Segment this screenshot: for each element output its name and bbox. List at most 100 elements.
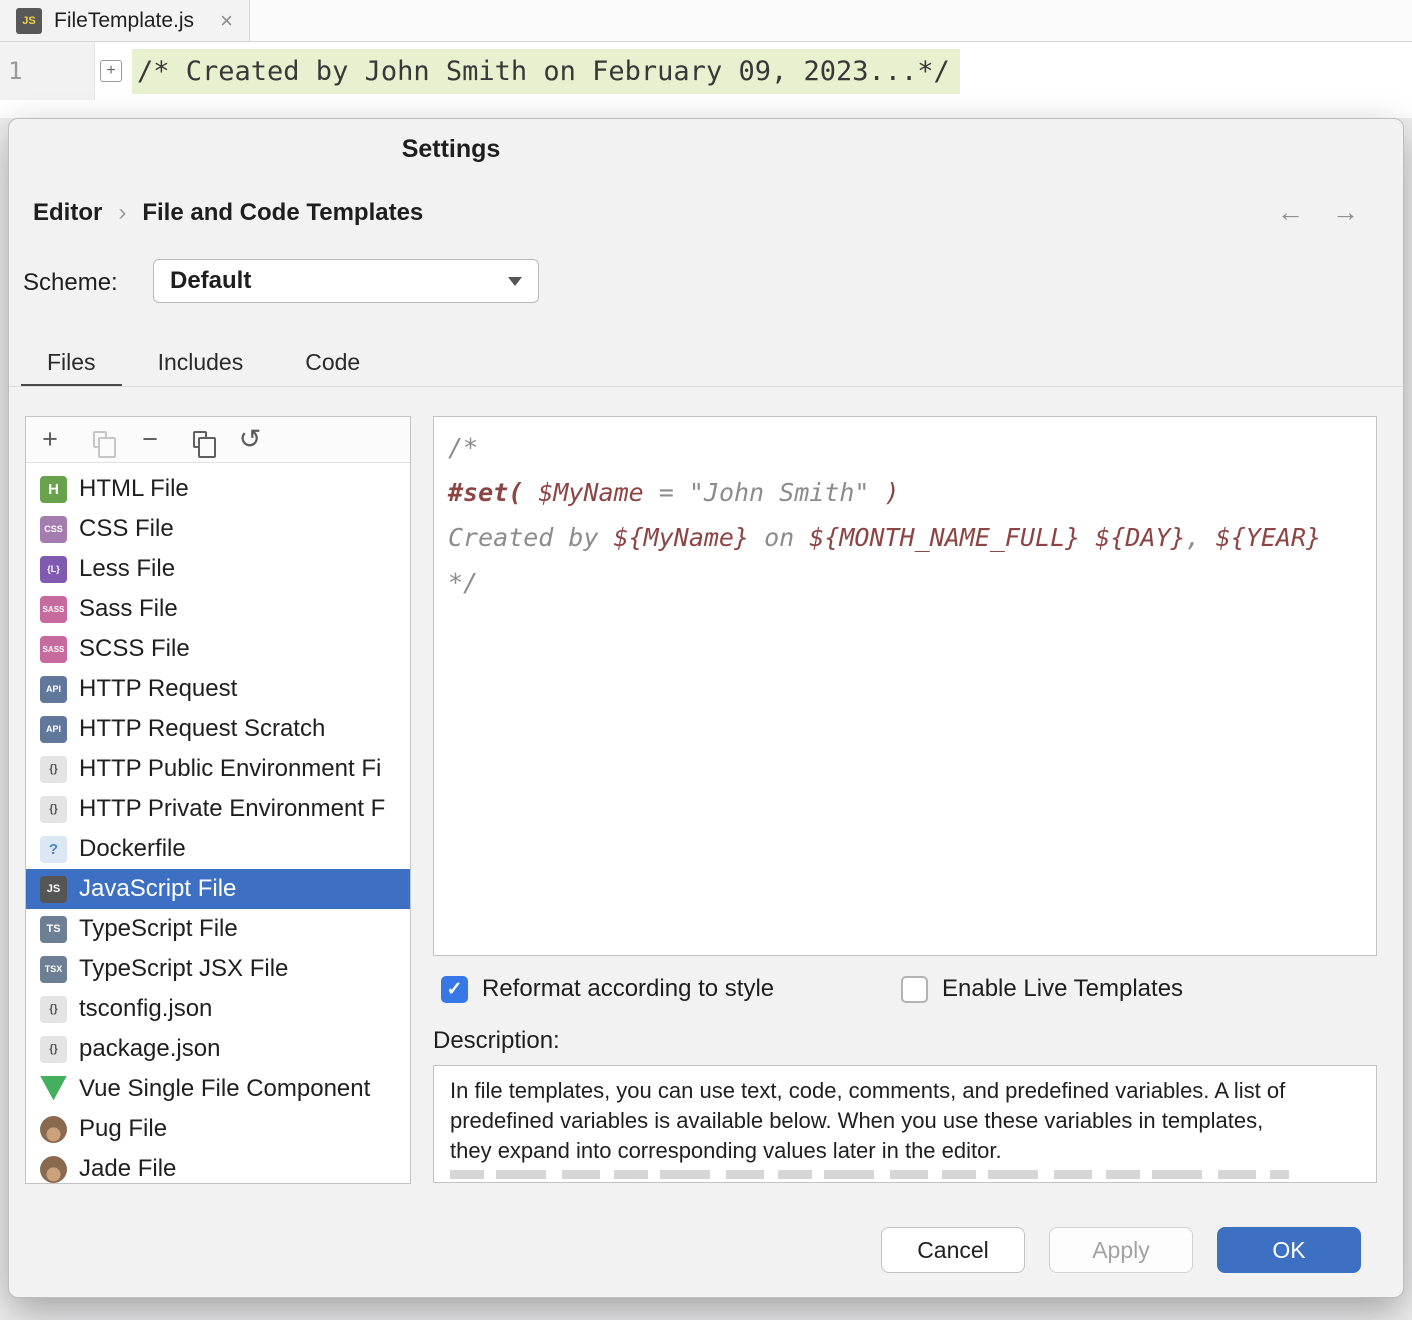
settings-tabs: FilesIncludesCode <box>21 337 386 387</box>
template-item-sass-file[interactable]: SASSSass File <box>26 589 410 629</box>
template-item-label: HTML File <box>79 475 189 503</box>
sass-file-icon: SASS <box>40 596 67 623</box>
breadcrumb: Editor › File and Code Templates <box>33 199 423 227</box>
code-line[interactable]: /* Created by John Smith on February 09,… <box>132 49 960 94</box>
template-code-line: */ <box>448 560 1362 605</box>
reformat-checkbox-label: Reformat according to style <box>482 975 774 1003</box>
typescript-file-icon: TS <box>40 916 67 943</box>
template-item-html-file[interactable]: H HTML File <box>26 469 410 509</box>
editor-tab-title: FileTemplate.js <box>54 9 194 33</box>
dockerfile-icon: ? <box>40 836 67 863</box>
template-item-label: package.json <box>79 1035 220 1063</box>
jade-file-icon <box>40 1156 67 1183</box>
scss-file-icon: SASS <box>40 636 67 663</box>
cancel-button[interactable]: Cancel <box>881 1227 1025 1273</box>
template-item-label: CSS File <box>79 515 174 543</box>
template-item-label: Dockerfile <box>79 835 186 863</box>
scheme-dropdown[interactable]: Default <box>153 259 539 303</box>
history-nav: ← → <box>1277 197 1359 228</box>
remove-template-button[interactable]: − <box>132 422 168 458</box>
template-item-label: Vue Single File Component <box>79 1075 370 1103</box>
chevron-down-icon <box>508 277 522 286</box>
editor-gutter: 1 <box>0 42 95 100</box>
templates-panel: +−↺ HHTML FileCSSCSS File{L}Less FileSAS… <box>25 416 411 1184</box>
template-item-label: TypeScript JSX File <box>79 955 288 983</box>
template-item-package-json[interactable]: {} package.json <box>26 1029 410 1069</box>
add-template-button[interactable]: + <box>32 422 68 458</box>
env-json-icon: {} <box>40 756 67 783</box>
tab-includes[interactable]: Includes <box>132 337 270 387</box>
breadcrumb-current: File and Code Templates <box>142 199 423 227</box>
forward-arrow-icon[interactable]: → <box>1332 197 1359 228</box>
scheme-label: Scheme: <box>23 269 118 297</box>
scheme-value: Default <box>170 267 251 295</box>
editor-tab-bar: JS FileTemplate.js × <box>0 0 1412 42</box>
template-item-typescript-jsx-file[interactable]: TSX TypeScript JSX File <box>26 949 410 989</box>
template-toolbar: + − ↺ <box>26 417 410 463</box>
template-item-http-public-environment-fi[interactable]: {} HTTP Public Environment Fi <box>26 749 410 789</box>
editor-line-row: 1 + /* Created by John Smith on February… <box>0 42 1412 100</box>
env-json-icon: {} <box>40 796 67 823</box>
code-editor-background: JS FileTemplate.js × 1 + /* Created by J… <box>0 0 1412 118</box>
typescript-jsx-file-icon: TSX <box>40 956 67 983</box>
template-item-label: SCSS File <box>79 635 190 663</box>
breadcrumb-editor[interactable]: Editor <box>33 199 102 227</box>
apply-button[interactable]: Apply <box>1049 1227 1193 1273</box>
package-json-icon: {} <box>40 1036 67 1063</box>
fold-icon[interactable]: + <box>100 60 122 82</box>
description-label: Description: <box>433 1027 560 1055</box>
tab-code[interactable]: Code <box>279 337 386 387</box>
clipped-text-line <box>450 1170 1289 1179</box>
template-item-dockerfile[interactable]: ? Dockerfile <box>26 829 410 869</box>
template-item-tsconfig-json[interactable]: {} tsconfig.json <box>26 989 410 1029</box>
template-item-css-file[interactable]: CSSCSS File <box>26 509 410 549</box>
template-item-http-private-environment-f[interactable]: {} HTTP Private Environment F <box>26 789 410 829</box>
line-number: 1 <box>0 57 22 85</box>
http-request-icon: API <box>40 676 67 703</box>
back-arrow-icon[interactable]: ← <box>1277 197 1304 228</box>
template-code-line: #set( $MyName = "John Smith" ) <box>448 470 1362 515</box>
less-file-icon: {L} <box>40 556 67 583</box>
dialog-buttons: Cancel Apply OK <box>881 1227 1361 1273</box>
pug-file-icon <box>40 1116 67 1143</box>
template-item-pug-file[interactable]: Pug File <box>26 1109 410 1149</box>
template-code-line: Created by ${MyName} on ${MONTH_NAME_FUL… <box>448 515 1362 560</box>
reset-template-button[interactable]: ↺ <box>232 422 268 458</box>
copy-template-button[interactable] <box>182 422 218 458</box>
chevron-right-icon: › <box>118 199 126 227</box>
file-template-list: H HTML File CSSCSS File{L}Less FileSASSSas… <box>26 463 410 1184</box>
template-item-typescript-file[interactable]: TS TypeScript File <box>26 909 410 949</box>
ok-button[interactable]: OK <box>1217 1227 1361 1273</box>
template-item-http-request[interactable]: API HTTP Request <box>26 669 410 709</box>
live-templates-checkbox[interactable]: Enable Live Templates <box>901 975 1183 1003</box>
template-item-jade-file[interactable]: Jade File <box>26 1149 410 1184</box>
checkbox-checked-icon: ✓ <box>441 976 468 1003</box>
description-box: In file templates, you can use text, cod… <box>433 1065 1377 1183</box>
dialog-title: Settings <box>402 135 501 164</box>
template-item-label: HTTP Request <box>79 675 237 703</box>
tab-files[interactable]: Files <box>21 337 122 387</box>
tabs-separator <box>9 386 1403 387</box>
create-child-template-button[interactable] <box>82 422 118 458</box>
template-item-label: HTTP Request Scratch <box>79 715 325 743</box>
html-file-icon: H <box>40 476 67 503</box>
template-item-label: Pug File <box>79 1115 167 1143</box>
template-item-less-file[interactable]: {L}Less File <box>26 549 410 589</box>
template-item-label: HTTP Private Environment F <box>79 795 385 823</box>
template-item-label: HTTP Public Environment Fi <box>79 755 381 783</box>
template-item-label: tsconfig.json <box>79 995 212 1023</box>
copy-icon <box>93 431 107 448</box>
template-item-label: TypeScript File <box>79 915 238 943</box>
template-editor[interactable]: /*#set( $MyName = "John Smith" )Created … <box>433 416 1377 956</box>
template-item-javascript-file[interactable]: JSJavaScript File <box>26 869 410 909</box>
template-item-scss-file[interactable]: SASS SCSS File <box>26 629 410 669</box>
template-item-http-request-scratch[interactable]: API HTTP Request Scratch <box>26 709 410 749</box>
http-request-icon: API <box>40 716 67 743</box>
tab-close-icon[interactable]: × <box>220 8 233 34</box>
copy-icon <box>193 431 207 448</box>
editor-tab-filetemplate[interactable]: JS FileTemplate.js × <box>0 0 250 41</box>
reformat-checkbox[interactable]: ✓ Reformat according to style <box>441 975 774 1003</box>
tsconfig-json-icon: {} <box>40 996 67 1023</box>
template-item-label: Jade File <box>79 1155 176 1183</box>
template-item-vue-single-file-component[interactable]: Vue Single File Component <box>26 1069 410 1109</box>
